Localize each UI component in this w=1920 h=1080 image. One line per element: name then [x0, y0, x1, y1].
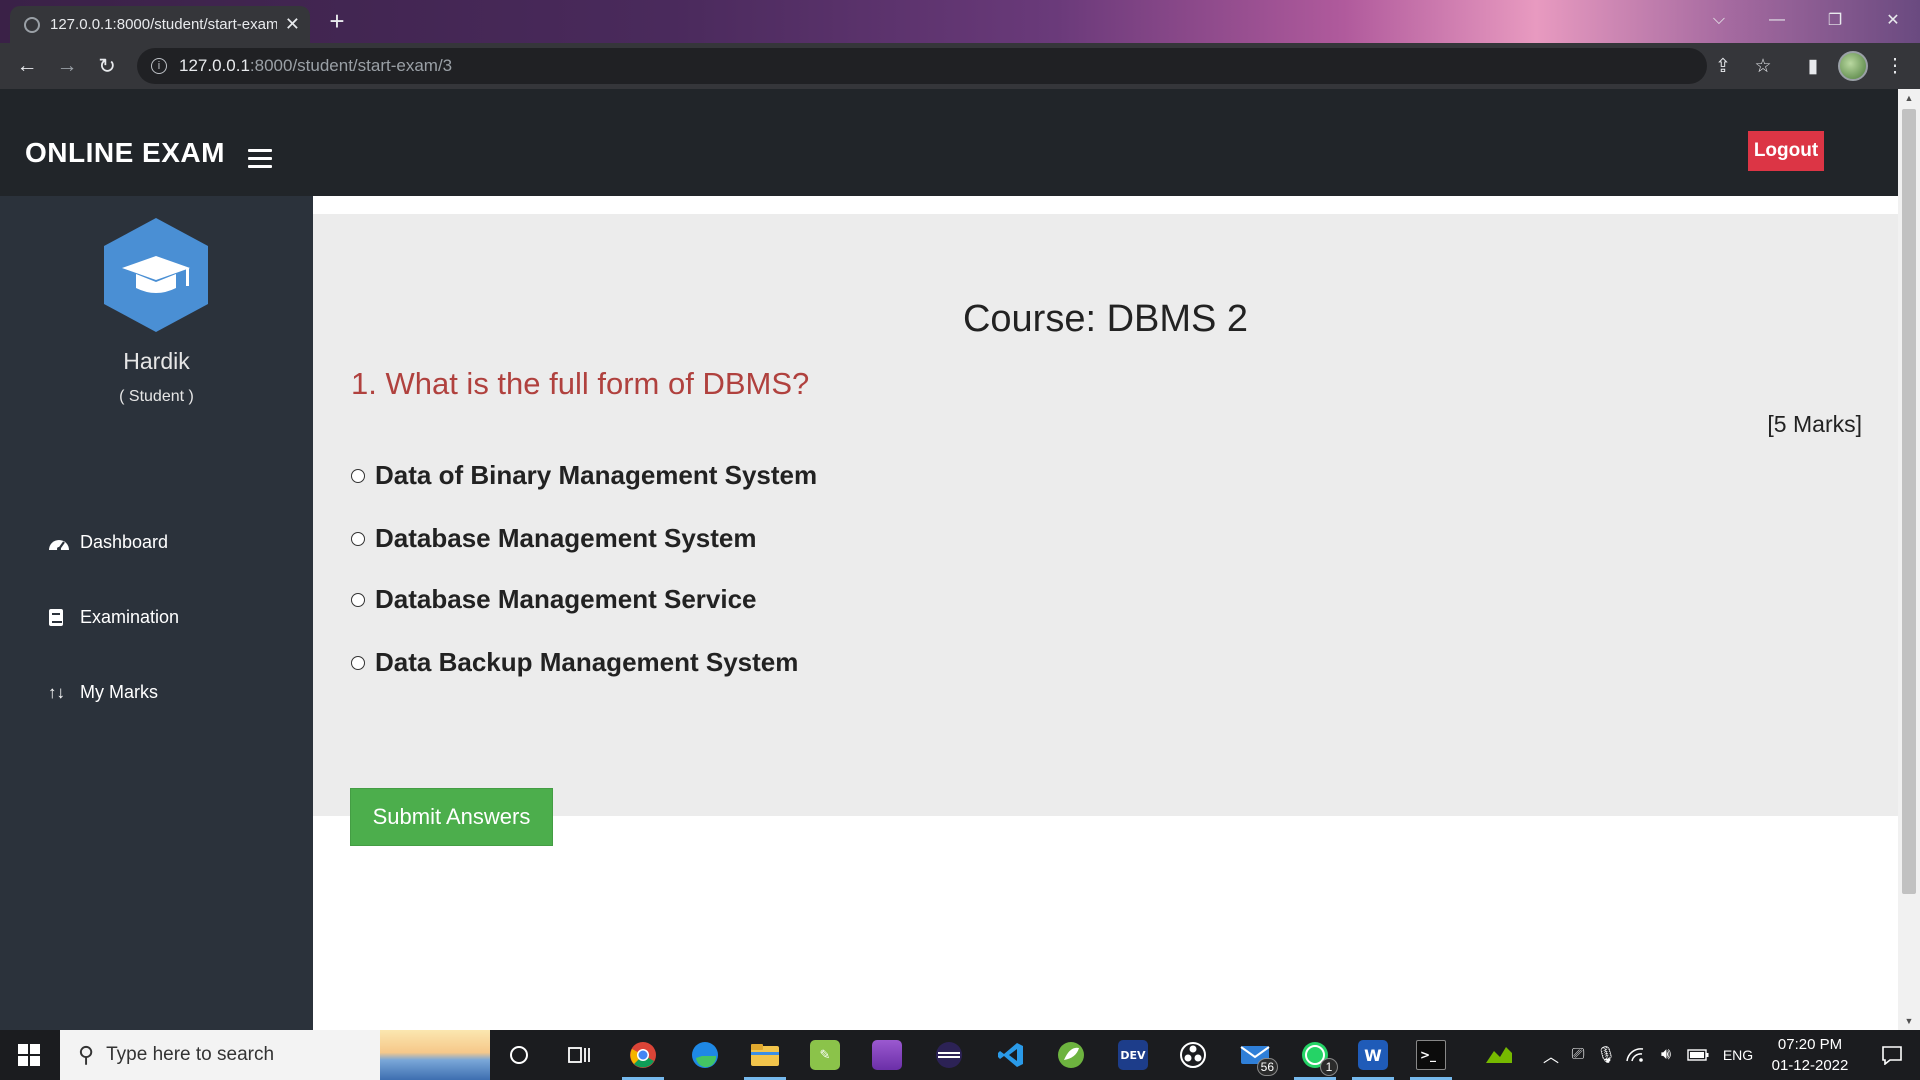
whatsapp-icon[interactable]: 1	[1290, 1030, 1340, 1080]
search-highlight-image	[380, 1030, 490, 1080]
answer-option[interactable]: Data of Binary Management System	[351, 460, 817, 491]
logout-button[interactable]: Logout	[1748, 131, 1824, 171]
radio-button[interactable]	[351, 655, 365, 670]
reload-icon[interactable]: ↻	[92, 51, 122, 81]
answer-option[interactable]: Database Management Service	[351, 584, 757, 615]
radio-button[interactable]	[351, 531, 365, 546]
search-icon: ⚲	[78, 1042, 95, 1067]
notepad-plus-icon[interactable]: ✎	[800, 1030, 850, 1080]
share-icon[interactable]: ⇪	[1708, 51, 1738, 81]
option-label: Database Management System	[375, 523, 757, 553]
tab-search-icon[interactable]: ⌵	[1690, 0, 1748, 40]
brand-title: ONLINE EXAM	[25, 137, 225, 168]
mail-icon[interactable]: 56	[1230, 1030, 1280, 1080]
taskbar-clock[interactable]: 07:20 PM 01-12-2022	[1760, 1034, 1860, 1076]
task-view-icon[interactable]	[554, 1030, 604, 1080]
browser-tab-active[interactable]: 127.0.0.1:8000/student/start-exam/3 ✕	[10, 6, 310, 43]
terminal-icon[interactable]: >_	[1406, 1030, 1456, 1080]
graduation-cap-avatar-icon	[104, 218, 208, 332]
question-text: 1. What is the full form of DBMS?	[351, 366, 810, 401]
user-name: Hardik	[123, 348, 190, 374]
video-editor-icon[interactable]	[862, 1030, 912, 1080]
spring-tools-icon[interactable]	[1046, 1030, 1096, 1080]
mail-unread-badge: 56	[1256, 1058, 1278, 1076]
page-viewport: ONLINE EXAM Logout Hardik ( Student ) Da…	[0, 89, 1898, 1030]
edge-icon[interactable]	[680, 1030, 730, 1080]
browser-tabstrip: 127.0.0.1:8000/student/start-exam/3 ✕ + …	[0, 0, 1920, 43]
radio-button[interactable]	[351, 468, 365, 483]
tab-close-icon[interactable]: ✕	[285, 14, 300, 35]
sidebar: Hardik ( Student ) Dashboard Examination…	[0, 196, 313, 1030]
kebab-menu-icon[interactable]: ⋮	[1880, 51, 1910, 81]
option-label: Data of Binary Management System	[375, 460, 818, 490]
app-header: ONLINE EXAM Logout	[0, 89, 1898, 196]
sidebar-item-examination[interactable]: Examination	[48, 607, 179, 628]
browser-toolbar: ← → ↻ i 127.0.0.1:8000/student/start-exa…	[0, 43, 1920, 89]
devcpp-icon[interactable]: DEV	[1108, 1030, 1158, 1080]
answer-option[interactable]: Data Backup Management System	[351, 647, 798, 678]
side-panel-icon[interactable]: ▮	[1798, 51, 1828, 81]
tachometer-icon	[48, 535, 70, 551]
user-role: ( Student )	[119, 388, 194, 405]
bookmark-star-icon[interactable]: ☆	[1748, 51, 1778, 81]
course-title: Course: DBMS 2	[962, 298, 1249, 340]
sidebar-item-label: Dashboard	[80, 532, 169, 552]
scroll-down-icon[interactable]: ▼	[1898, 1012, 1920, 1030]
eclipse-icon[interactable]	[924, 1030, 974, 1080]
forward-icon[interactable]: →	[52, 51, 82, 81]
file-explorer-icon[interactable]	[740, 1030, 790, 1080]
option-label: Data Backup Management System	[375, 647, 799, 677]
restore-icon[interactable]: ❐	[1806, 0, 1864, 40]
word-icon[interactable]: W	[1348, 1030, 1398, 1080]
radio-button[interactable]	[351, 592, 365, 607]
notification-center-icon[interactable]	[1864, 1030, 1920, 1080]
cortana-icon[interactable]	[494, 1030, 544, 1080]
sidebar-item-dashboard[interactable]: Dashboard	[48, 532, 168, 553]
site-info-icon[interactable]: i	[151, 58, 167, 74]
volume-icon[interactable]: 🔊︎	[1652, 1030, 1680, 1080]
sidebar-item-label: Examination	[80, 607, 180, 627]
question-marks: [5 Marks]	[1767, 411, 1862, 437]
close-window-icon[interactable]: ✕	[1864, 0, 1920, 40]
chrome-icon[interactable]	[618, 1030, 668, 1080]
search-placeholder: Type here to search	[106, 1044, 275, 1065]
obs-icon[interactable]	[1168, 1030, 1218, 1080]
exam-panel: Course: DBMS 2 1. What is the full form …	[313, 214, 1898, 846]
windows-start-icon[interactable]	[0, 1030, 58, 1080]
answer-option[interactable]: Database Management System	[351, 523, 756, 554]
address-bar[interactable]: i 127.0.0.1:8000/student/start-exam/3	[137, 48, 1707, 84]
new-tab-button[interactable]: +	[320, 6, 354, 36]
vscode-icon[interactable]	[986, 1030, 1036, 1080]
profile-avatar[interactable]	[1838, 51, 1868, 81]
nvidia-icon[interactable]	[1474, 1030, 1524, 1080]
sidebar-item-label: My Marks	[80, 682, 158, 702]
scroll-up-icon[interactable]: ▲	[1898, 89, 1920, 107]
globe-icon	[24, 16, 40, 33]
url-host: 127.0.0.1	[179, 56, 250, 75]
sidebar-item-my-marks[interactable]: ↑↓ My Marks	[48, 682, 158, 703]
hamburger-menu-icon[interactable]	[248, 149, 272, 169]
clock-date: 01-12-2022	[1771, 1057, 1849, 1074]
back-icon[interactable]: ←	[12, 51, 42, 81]
book-icon	[48, 608, 70, 627]
microphone-icon[interactable]: 🎙︎	[1594, 1030, 1618, 1080]
clock-time: 07:20 PM	[1777, 1036, 1843, 1053]
sort-arrows-icon: ↑↓	[48, 682, 65, 702]
tab-title: 127.0.0.1:8000/student/start-exam/3	[50, 16, 277, 33]
minimize-icon[interactable]: —	[1748, 0, 1806, 40]
wifi-icon[interactable]	[1622, 1030, 1648, 1080]
submit-answers-button[interactable]: Submit Answers	[350, 788, 553, 846]
taskbar-search-input[interactable]: ⚲ Type here to search	[60, 1030, 490, 1080]
scrollbar-thumb[interactable]	[1902, 109, 1916, 894]
whatsapp-unread-badge: 1	[1320, 1058, 1338, 1076]
page-scrollbar[interactable]: ▲ ▼	[1898, 89, 1920, 1030]
option-label: Database Management Service	[375, 584, 757, 614]
show-hidden-icons-icon[interactable]: ︿	[1540, 1030, 1562, 1080]
input-language[interactable]: ENG	[1718, 1030, 1758, 1080]
battery-icon[interactable]	[1684, 1030, 1712, 1080]
url-path: :8000/student/start-exam/3	[249, 56, 453, 75]
camera-in-use-icon[interactable]: ⎚	[1566, 1030, 1590, 1080]
taskbar: ⚲ Type here to search ✎ DEV 56 1 W >_ ︿ …	[0, 1030, 1920, 1080]
